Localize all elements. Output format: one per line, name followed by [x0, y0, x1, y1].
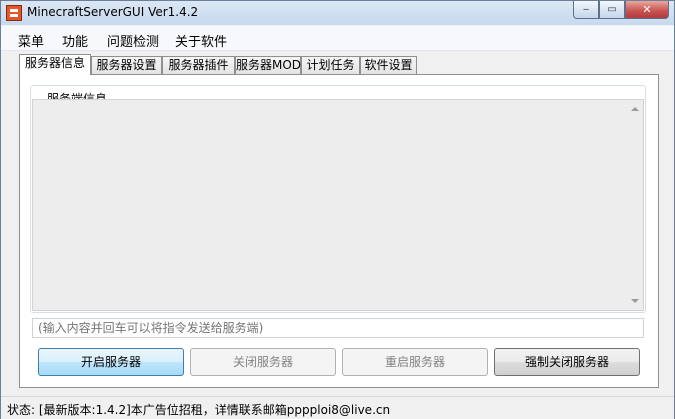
minimize-button[interactable]: ‒	[573, 1, 599, 19]
window-title: MinecraftServerGUI Ver1.4.2	[27, 5, 199, 19]
scroll-up-icon[interactable]	[631, 107, 639, 111]
main-window: MinecraftServerGUI Ver1.4.2 ‒ ▭ ✕ 菜单 功能 …	[0, 0, 675, 419]
maximize-button[interactable]: ▭	[599, 1, 625, 19]
status-bar: 状态: [最新版本:1.4.2]本广告位招租，详情联系邮箱pppploi8@li…	[1, 396, 674, 419]
minecraft-server-icon	[6, 5, 22, 21]
title-bar[interactable]: MinecraftServerGUI Ver1.4.2 ‒ ▭ ✕	[1, 1, 674, 25]
server-log-area[interactable]	[32, 99, 644, 311]
stop-server-button[interactable]: 关闭服务器	[190, 348, 336, 376]
menu-item-menu[interactable]: 菜单	[18, 31, 44, 50]
minimize-icon: ‒	[582, 4, 590, 15]
command-input[interactable]	[32, 318, 644, 338]
start-server-button[interactable]: 开启服务器	[38, 348, 184, 376]
status-text: 状态: [最新版本:1.4.2]本广告位招租，详情联系邮箱pppploi8@li…	[7, 403, 391, 417]
menu-item-about[interactable]: 关于软件	[175, 31, 227, 50]
menu-item-diagnostics[interactable]: 问题检测	[107, 31, 159, 50]
tab-server-settings[interactable]: 服务器设置	[91, 56, 162, 74]
tab-scheduled-tasks[interactable]: 计划任务	[301, 56, 360, 74]
close-icon: ✕	[642, 3, 652, 16]
scroll-down-icon[interactable]	[631, 299, 639, 303]
maximize-icon: ▭	[607, 4, 617, 15]
close-button[interactable]: ✕	[625, 1, 669, 19]
server-info-panel: 服务端信息 开启服务器 关闭服务器 重启服务器 强制关闭服务器	[19, 74, 659, 388]
tab-server-mod[interactable]: 服务器MOD	[235, 56, 301, 74]
tab-server-info[interactable]: 服务器信息	[19, 54, 91, 75]
window-controls: ‒ ▭ ✕	[573, 1, 669, 19]
tab-server-plugins[interactable]: 服务器插件	[162, 56, 235, 74]
menu-item-functions[interactable]: 功能	[62, 31, 88, 50]
restart-server-button[interactable]: 重启服务器	[342, 348, 488, 376]
log-scrollbar[interactable]	[627, 100, 643, 310]
menu-bar: 菜单 功能 问题检测 关于软件	[1, 26, 674, 51]
force-stop-server-button[interactable]: 强制关闭服务器	[494, 348, 640, 376]
tab-software-settings[interactable]: 软件设置	[360, 56, 417, 74]
